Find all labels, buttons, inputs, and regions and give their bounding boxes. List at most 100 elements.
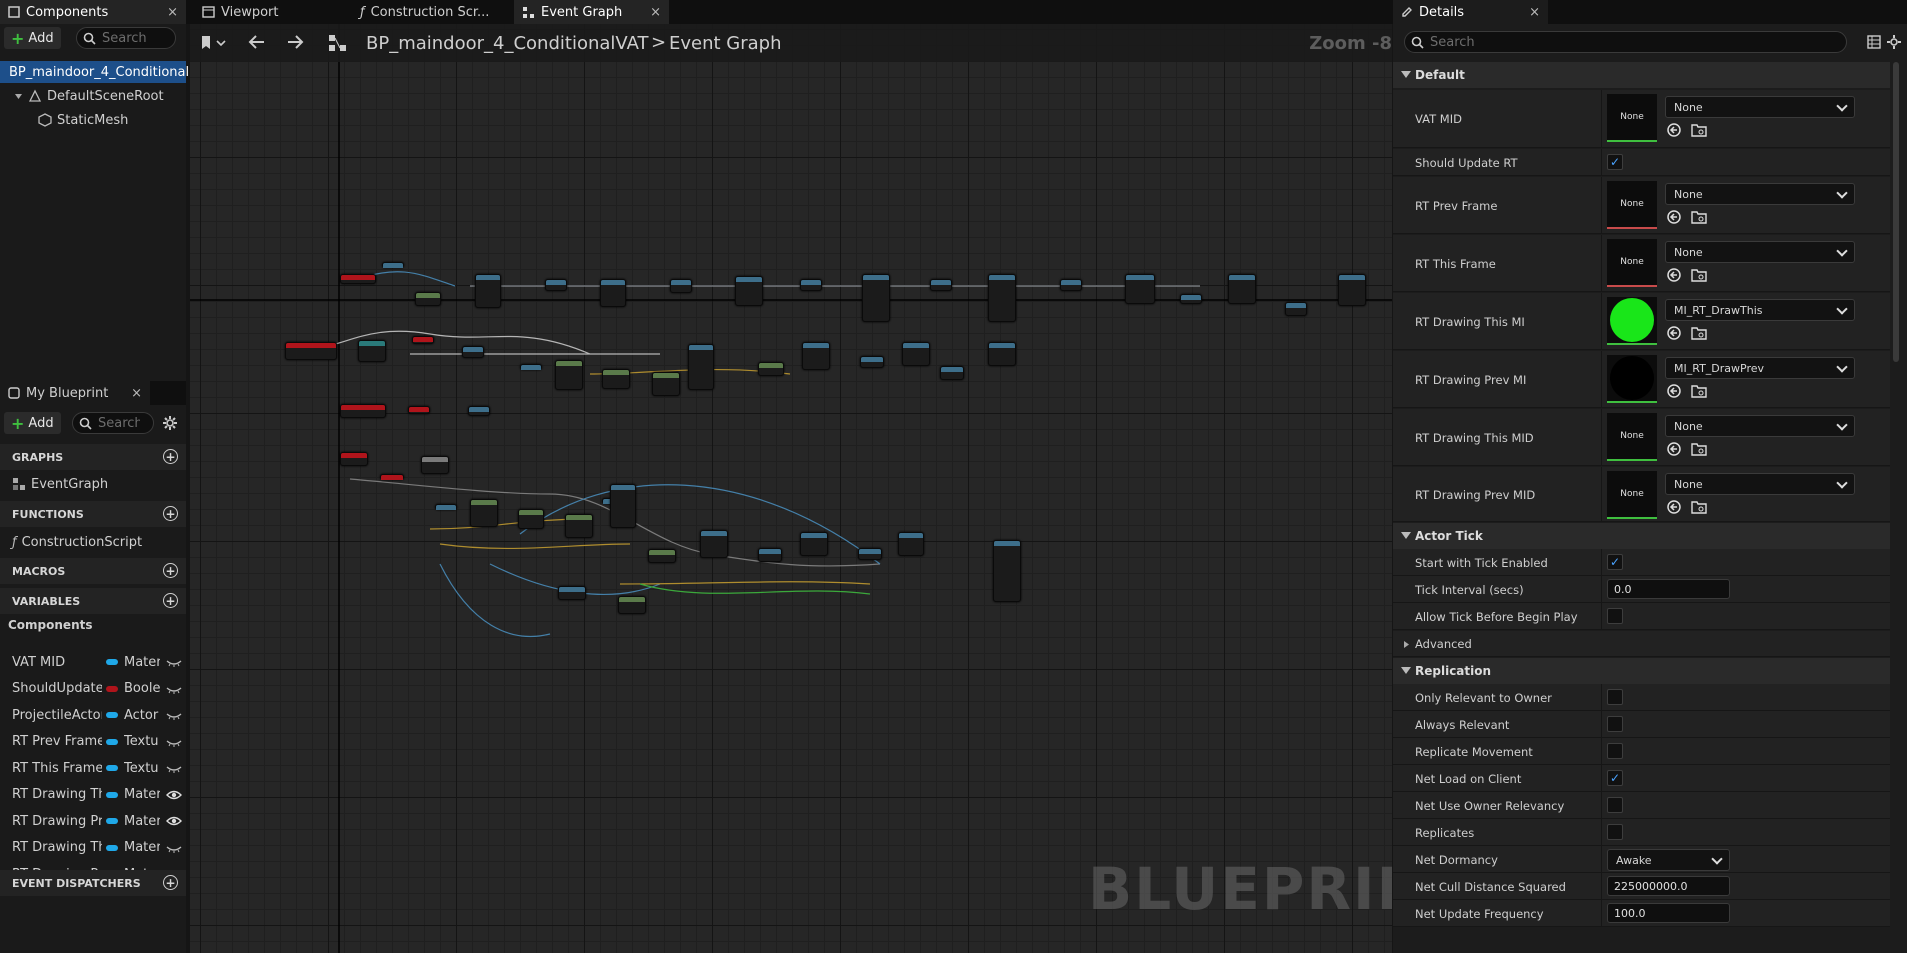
blueprint-node[interactable] [800,279,822,291]
close-icon[interactable]: × [131,386,142,401]
settings-gear-icon[interactable] [1886,34,1902,50]
checkbox[interactable]: ✓ [1607,770,1623,786]
browse-folder-icon[interactable] [1691,499,1707,515]
blueprint-node[interactable] [340,404,386,418]
variable-item[interactable]: RT Drawing Thi Mater [0,782,186,808]
blueprint-node[interactable] [1228,274,1256,304]
components-add-button[interactable]: + Add [4,27,61,49]
forward-arrow-icon[interactable] [286,34,304,50]
add-macro-icon[interactable]: + [163,563,178,578]
close-icon[interactable]: × [167,5,178,20]
add-event-dispatcher-icon[interactable]: + [163,875,178,890]
blueprint-node[interactable] [340,452,368,466]
blueprint-node[interactable] [565,514,593,538]
tab-construction-script[interactable]: ƒ Construction Scr... [352,0,510,24]
blueprint-node[interactable] [618,596,646,614]
blueprint-node[interactable] [610,484,636,528]
asset-picker-combo[interactable]: None [1665,183,1855,205]
table-view-icon[interactable] [1867,35,1881,49]
section-variables[interactable]: VARIABLES + [0,588,186,614]
eye-closed-icon[interactable] [166,734,182,750]
details-search-input[interactable]: Search [1404,31,1847,53]
section-macros[interactable]: MACROS + [0,558,186,584]
blueprint-node[interactable] [340,274,376,284]
tab-details[interactable]: Details × [1393,0,1548,24]
blueprint-node[interactable] [758,362,784,376]
blueprint-node[interactable] [988,342,1016,366]
blueprint-node[interactable] [898,532,924,556]
blueprint-node[interactable] [800,532,828,556]
checkbox[interactable] [1607,797,1623,813]
section-graphs[interactable]: GRAPHS + [0,444,186,470]
blueprint-node[interactable] [468,406,490,416]
advanced-row[interactable]: Advanced [1393,631,1890,657]
close-icon[interactable]: × [1529,5,1540,20]
asset-thumbnail[interactable]: None [1607,413,1657,461]
blueprint-node[interactable] [555,360,583,390]
blueprint-node[interactable] [1285,302,1307,316]
section-actor-tick[interactable]: Actor Tick [1393,523,1890,549]
asset-picker-combo[interactable]: MI_RT_DrawPrev [1665,357,1855,379]
asset-picker-combo[interactable]: MI_RT_DrawThis [1665,299,1855,321]
blueprint-node[interactable] [475,274,501,308]
eye-closed-icon[interactable] [166,654,182,670]
asset-thumbnail[interactable]: None [1607,181,1657,229]
asset-thumbnail[interactable]: None [1607,239,1657,287]
blueprint-node[interactable] [1180,294,1202,304]
asset-picker-combo[interactable]: None [1665,415,1855,437]
blueprint-node[interactable] [652,372,680,396]
components-search-input[interactable]: Search [76,27,176,49]
checkbox[interactable] [1607,608,1623,624]
blueprint-node[interactable] [545,279,567,291]
eye-closed-icon[interactable] [166,840,182,856]
variable-item[interactable]: ProjectileActor Actor [0,702,186,728]
browse-folder-icon[interactable] [1691,383,1707,399]
eye-closed-icon[interactable] [166,760,182,776]
blueprint-node[interactable] [735,276,763,306]
blueprint-node[interactable] [688,344,714,390]
eye-closed-icon[interactable] [166,681,182,697]
blueprint-node[interactable] [462,346,484,358]
browse-folder-icon[interactable] [1691,267,1707,283]
asset-picker-combo[interactable]: None [1665,96,1855,118]
blueprint-node[interactable] [415,292,441,306]
settings-gear-icon[interactable] [162,415,178,431]
blueprint-node[interactable] [600,279,626,307]
variable-item[interactable]: RT This Frame Textu [0,755,186,781]
blueprint-node[interactable] [358,340,386,362]
browse-folder-icon[interactable] [1691,122,1707,138]
use-selected-asset-icon[interactable] [1666,209,1682,225]
blueprint-node[interactable] [435,504,457,510]
my-blueprint-search-input[interactable]: Search [72,412,154,434]
tab-viewport[interactable]: Viewport [194,0,344,24]
close-icon[interactable]: × [650,5,661,20]
blueprint-node[interactable] [408,406,430,414]
asset-thumbnail[interactable]: None [1607,94,1657,142]
blueprint-node[interactable] [421,456,449,474]
checkbox[interactable] [1607,743,1623,759]
blueprint-node[interactable] [802,342,830,370]
event-graph-canvas[interactable]: BLUEPRINT [190,24,1392,953]
blueprint-node[interactable] [412,336,434,344]
browse-folder-icon[interactable] [1691,209,1707,225]
use-selected-asset-icon[interactable] [1666,441,1682,457]
checkbox[interactable] [1607,824,1623,840]
bookmark-icon[interactable] [200,34,228,52]
browse-folder-icon[interactable] [1691,441,1707,457]
asset-thumbnail[interactable]: None [1607,471,1657,519]
variable-category-components[interactable]: Components [0,614,186,636]
section-event-dispatchers[interactable]: EVENT DISPATCHERS + [0,870,186,896]
add-graph-icon[interactable]: + [163,449,178,464]
eye-open-icon[interactable] [166,787,182,803]
add-function-icon[interactable]: + [163,506,178,521]
checkbox[interactable]: ✓ [1607,154,1623,170]
function-item-construction-script[interactable]: ƒ ConstructionScript [0,531,186,553]
variable-item[interactable]: VAT MID Mater [0,649,186,675]
variable-item[interactable]: RT Prev Frame Textu [0,729,186,755]
dropdown[interactable]: Awake [1607,849,1730,871]
add-variable-icon[interactable]: + [163,593,178,608]
asset-picker-combo[interactable]: None [1665,241,1855,263]
section-replication[interactable]: Replication [1393,658,1890,684]
section-functions[interactable]: FUNCTIONS + [0,501,186,527]
use-selected-asset-icon[interactable] [1666,122,1682,138]
